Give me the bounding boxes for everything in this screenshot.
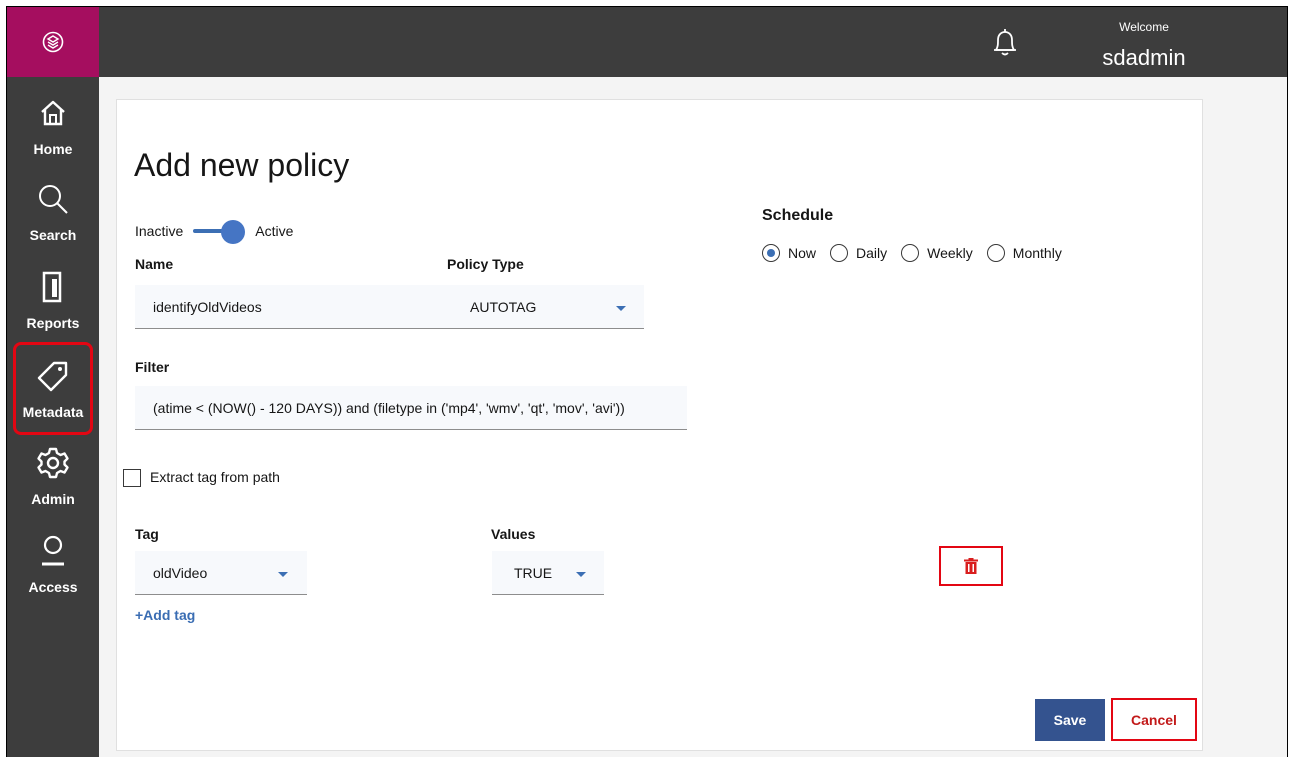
sidebar-item-label: Search	[29, 227, 77, 243]
tag-icon	[35, 358, 71, 394]
sidebar-item-reports[interactable]: Reports	[7, 253, 99, 337]
search-icon	[35, 181, 71, 217]
values-label: Values	[491, 526, 536, 542]
extract-tag-label: Extract tag from path	[150, 469, 280, 485]
radio-label: Weekly	[927, 245, 973, 261]
radio-button[interactable]	[901, 244, 920, 262]
radio-button[interactable]	[830, 244, 849, 262]
name-label: Name	[135, 256, 174, 272]
add-tag-link[interactable]: +Add tag	[135, 607, 195, 623]
sidebar-item-label: Home	[33, 141, 73, 157]
policy-form-card: Add new policy Inactive Active Name Poli…	[116, 99, 1203, 751]
bell-icon[interactable]	[992, 26, 1018, 58]
schedule-option-monthly[interactable]: Monthly	[986, 244, 1062, 262]
extract-tag-checkbox[interactable]	[123, 469, 141, 487]
cancel-button[interactable]: Cancel	[1111, 698, 1197, 741]
sidebar-item-access[interactable]: Access	[7, 517, 99, 601]
chevron-down-icon	[278, 572, 288, 577]
user-icon	[35, 533, 71, 569]
toggle-on-label: Active	[255, 223, 294, 239]
policy-type-value: AUTOTAG	[470, 299, 537, 315]
policy-type-label: Policy Type	[447, 256, 524, 272]
sidebar-item-label: Metadata	[22, 404, 84, 420]
sidebar-item-metadata[interactable]: Metadata	[7, 342, 99, 426]
schedule-option-weekly[interactable]: Weekly	[901, 244, 973, 262]
app-window: Home Search Reports Metadata Admin Acces…	[6, 6, 1288, 757]
sidebar-item-home[interactable]: Home	[7, 79, 99, 163]
toggle-off-label: Inactive	[135, 223, 184, 239]
schedule-radio-group: Now Daily Weekly Monthly	[762, 244, 1076, 262]
filter-label: Filter	[135, 359, 170, 375]
username[interactable]: sdadmin	[1079, 45, 1209, 71]
status-toggle-row: Inactive Active	[135, 220, 294, 244]
values-select[interactable]: TRUE	[492, 551, 604, 595]
schedule-option-daily[interactable]: Daily	[830, 244, 887, 262]
trash-icon	[964, 558, 978, 574]
sidebar-item-search[interactable]: Search	[7, 165, 99, 249]
sidebar-item-admin[interactable]: Admin	[7, 429, 99, 513]
schedule-title: Schedule	[762, 207, 834, 224]
delete-tag-button[interactable]	[939, 546, 1003, 586]
radio-button[interactable]	[986, 244, 1005, 262]
chevron-down-icon	[576, 572, 586, 577]
top-bar: Welcome sdadmin	[99, 7, 1287, 77]
tag-value: oldVideo	[153, 565, 208, 581]
sidebar-item-label: Reports	[26, 315, 80, 331]
gear-icon	[35, 445, 71, 481]
save-button[interactable]: Save	[1035, 699, 1105, 741]
name-input[interactable]: identifyOldVideos	[135, 285, 425, 329]
welcome-text: Welcome	[1119, 20, 1169, 34]
chevron-down-icon	[616, 306, 626, 311]
radio-button[interactable]	[762, 244, 780, 262]
app-logo[interactable]	[7, 7, 99, 77]
radio-label: Monthly	[1012, 245, 1062, 261]
sidebar-item-label: Admin	[31, 491, 75, 507]
home-icon	[35, 95, 71, 131]
values-value: TRUE	[514, 565, 553, 581]
logo-icon	[42, 31, 64, 53]
radio-label: Now	[788, 245, 817, 261]
radio-label: Daily	[856, 245, 888, 261]
page-title: Add new policy	[134, 147, 350, 183]
sidebar: Home Search Reports Metadata Admin Acces…	[7, 7, 99, 757]
schedule-option-now[interactable]: Now	[762, 244, 816, 262]
reports-icon	[35, 269, 71, 305]
sidebar-item-label: Access	[28, 579, 78, 595]
tag-select[interactable]: oldVideo	[135, 551, 307, 595]
filter-input[interactable]: (atime < (NOW() - 120 DAYS)) and (filety…	[135, 386, 687, 430]
tag-label: Tag	[135, 526, 159, 542]
policy-type-select[interactable]: AUTOTAG	[425, 285, 644, 329]
active-toggle[interactable]	[193, 220, 246, 244]
